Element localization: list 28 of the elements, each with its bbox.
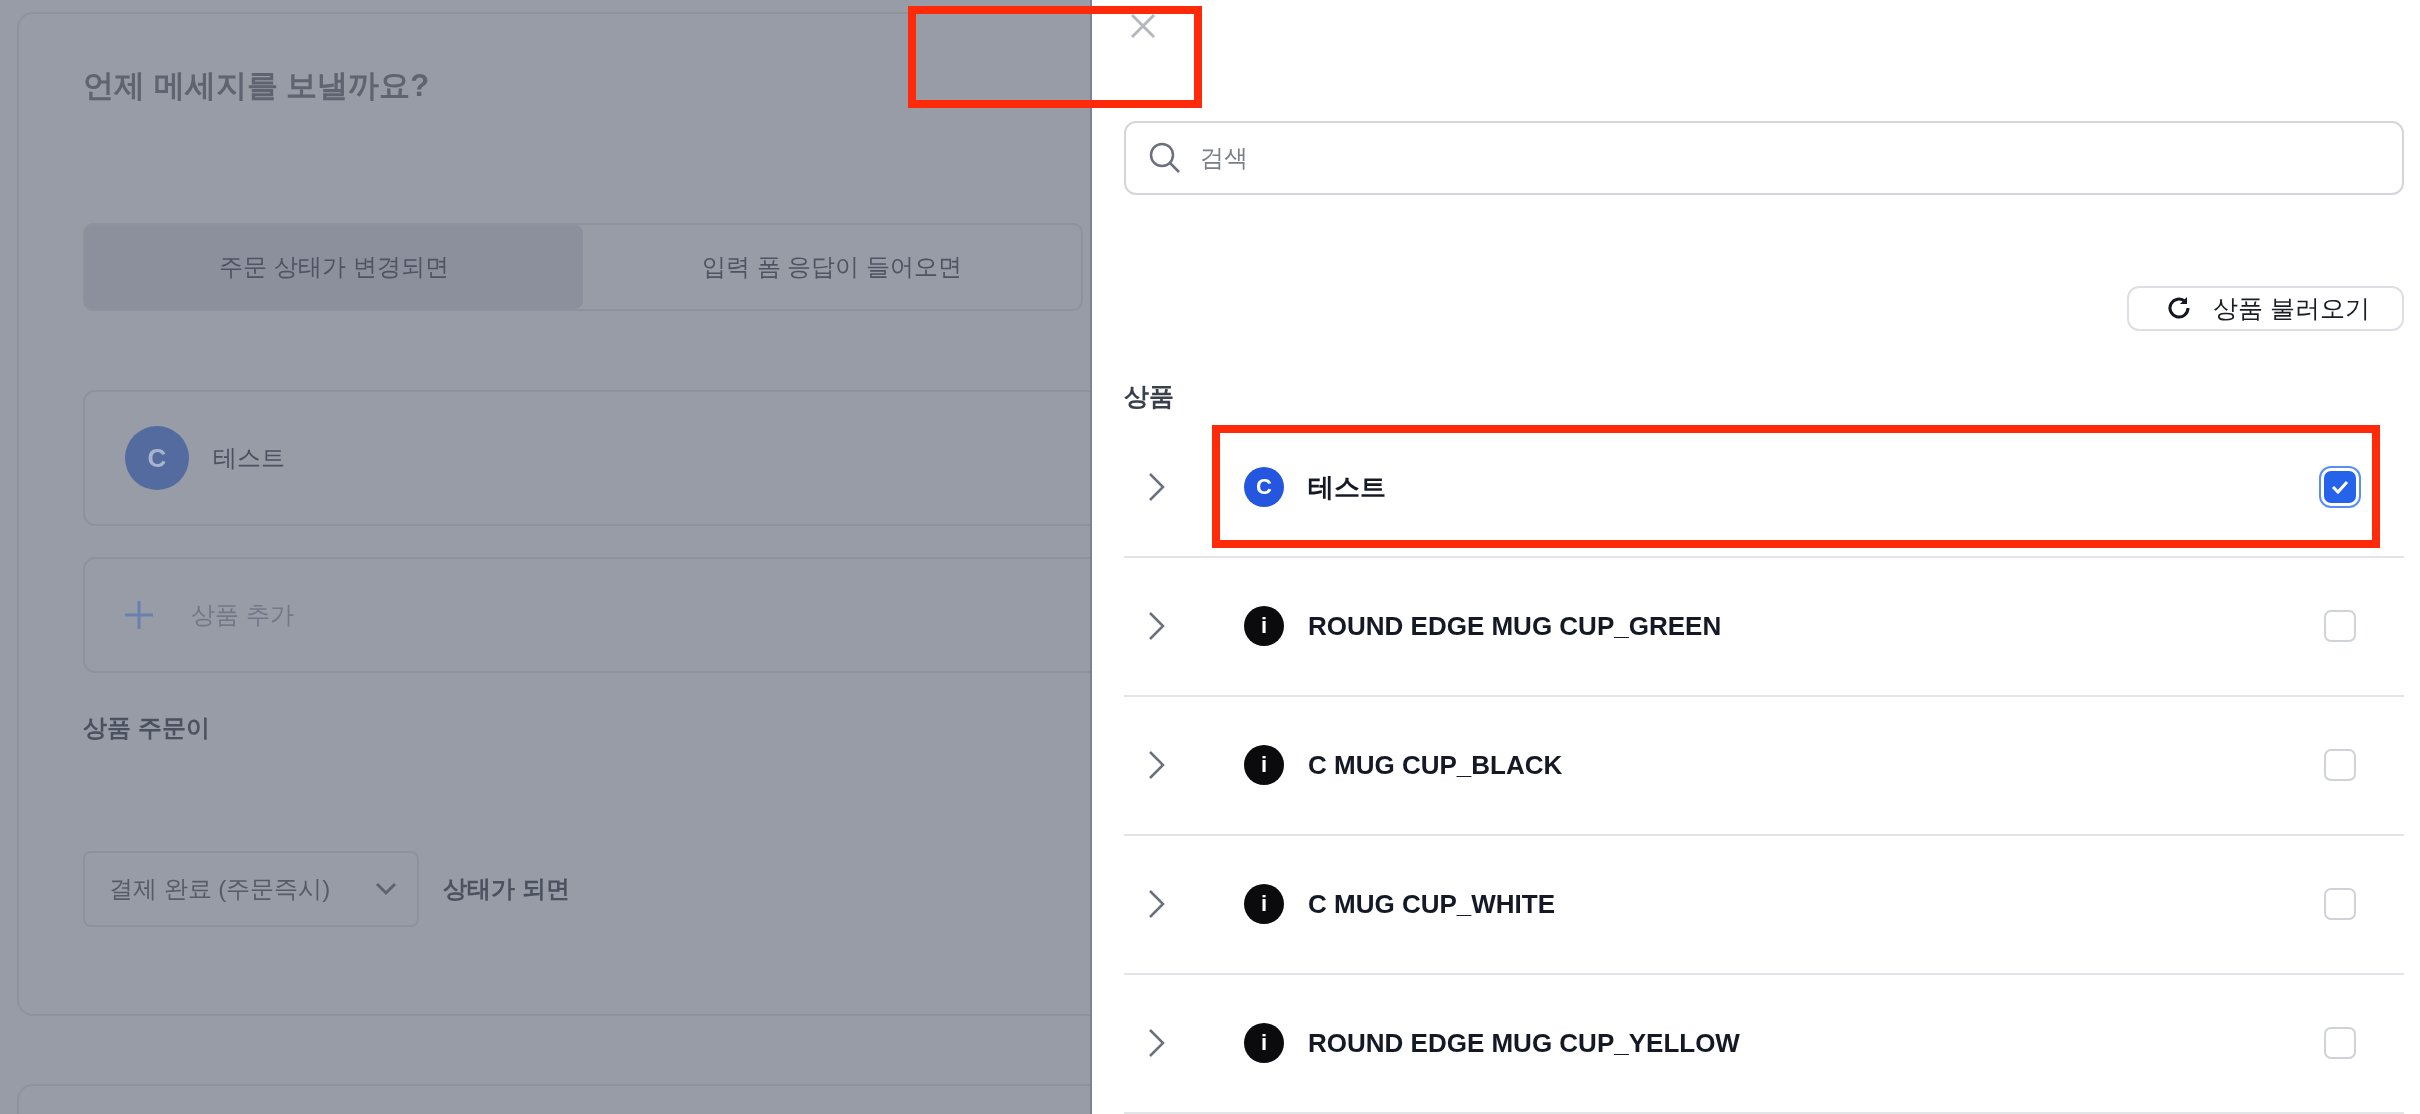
load-products-button[interactable]: 상품 불러오기: [2127, 286, 2404, 331]
section-label: 상품: [1124, 380, 1175, 412]
trigger-tab[interactable]: 입력 폼 응답이 들어오면: [583, 225, 1081, 309]
product-name: ROUND EDGE MUG CUP_GREEN: [1308, 611, 1723, 642]
status-suffix: 상태가 되면: [443, 874, 570, 904]
product-name: C MUG CUP_BLACK: [1308, 750, 1564, 781]
product-badge: i: [1244, 884, 1284, 925]
product-badge: i: [1244, 1023, 1284, 1064]
chevron-down-icon: [375, 882, 397, 896]
product-badge: i: [1244, 606, 1284, 647]
product-checkbox[interactable]: [2324, 888, 2356, 921]
product-name: 테스트: [213, 443, 285, 473]
order-label: 상품 주문이: [83, 713, 211, 743]
product-checkbox[interactable]: [2324, 1027, 2356, 1060]
status-select[interactable]: 결제 완료 (주문즉시): [83, 851, 419, 927]
check-icon: [2330, 479, 2350, 496]
product-avatar: C: [125, 426, 189, 490]
product-badge: i: [1244, 745, 1284, 786]
product-name: ROUND EDGE MUG CUP_YELLOW: [1308, 1028, 1741, 1059]
product-checkbox[interactable]: [2324, 749, 2356, 782]
product-name: C MUG CUP_WHITE: [1308, 889, 1556, 920]
product-checkbox[interactable]: [2324, 610, 2356, 643]
search-field[interactable]: 검색: [1124, 121, 2404, 196]
product-badge: C: [1244, 467, 1284, 508]
trigger-tab[interactable]: 주문 상태가 변경되면: [85, 225, 583, 309]
plus-icon: [123, 599, 155, 631]
section-title: 언제 메세지를 보낼까요?: [83, 67, 431, 105]
product-name: 테스트: [1308, 471, 1387, 504]
